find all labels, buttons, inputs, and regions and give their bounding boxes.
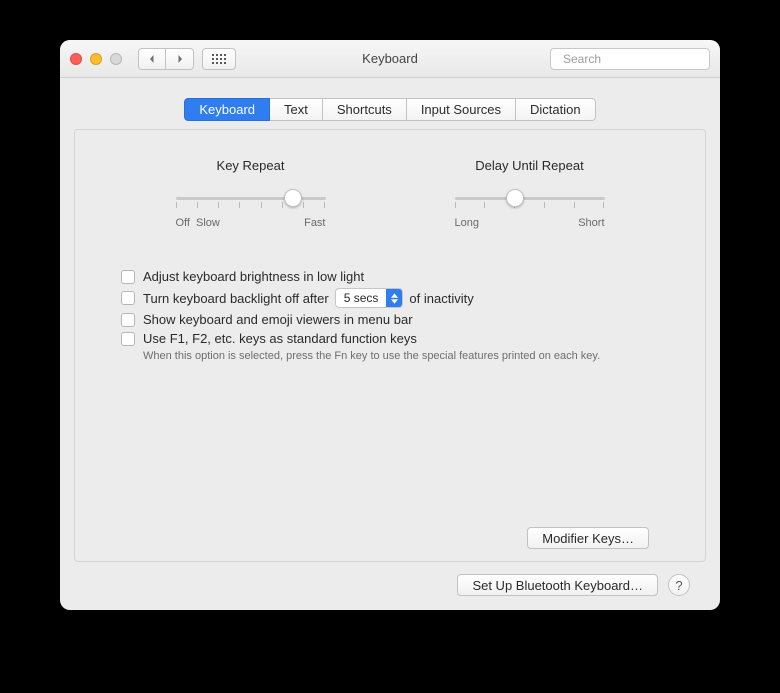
main-area: Keyboard Text Shortcuts Input Sources Di…	[60, 78, 720, 610]
delay-title: Delay Until Repeat	[475, 158, 583, 173]
tab-keyboard[interactable]: Keyboard	[184, 98, 270, 121]
tab-bar: Keyboard Text Shortcuts Input Sources Di…	[184, 98, 595, 121]
option-brightness: Adjust keyboard brightness in low light	[121, 269, 649, 284]
delay-short-label: Short	[578, 217, 604, 229]
key-repeat-fast-label: Fast	[304, 217, 325, 229]
delay-group: Delay Until Repeat Long Short	[410, 158, 649, 229]
backlight-timeout-value: 5 secs	[336, 291, 387, 305]
key-repeat-group: Key Repeat Off Slow Fast	[131, 158, 370, 229]
brightness-label: Adjust keyboard brightness in low light	[143, 269, 364, 284]
fnkeys-label: Use F1, F2, etc. keys as standard functi…	[143, 331, 417, 346]
key-repeat-slider[interactable]	[176, 187, 326, 215]
tab-shortcuts[interactable]: Shortcuts	[323, 98, 407, 121]
close-window-button[interactable]	[70, 53, 82, 65]
stepper-arrows-icon	[386, 289, 402, 307]
bluetooth-keyboard-button[interactable]: Set Up Bluetooth Keyboard…	[457, 574, 658, 596]
backlight-timeout-select[interactable]: 5 secs	[335, 288, 404, 308]
bottom-bar: Set Up Bluetooth Keyboard… ?	[74, 562, 706, 596]
fnkeys-help-text: When this option is selected, press the …	[143, 350, 649, 362]
panel-footer: Modifier Keys…	[131, 517, 649, 549]
backlight-label-pre: Turn keyboard backlight off after	[143, 291, 329, 306]
tab-input-sources[interactable]: Input Sources	[407, 98, 516, 121]
back-button[interactable]	[138, 48, 166, 70]
option-backlight: Turn keyboard backlight off after 5 secs…	[121, 288, 649, 308]
chevron-left-icon	[147, 54, 157, 64]
search-field[interactable]	[550, 48, 710, 70]
fnkeys-checkbox[interactable]	[121, 332, 135, 346]
viewers-label: Show keyboard and emoji viewers in menu …	[143, 312, 413, 327]
option-fnkeys: Use F1, F2, etc. keys as standard functi…	[121, 331, 649, 346]
key-repeat-title: Key Repeat	[217, 158, 285, 173]
key-repeat-off-label: Off	[176, 217, 190, 229]
titlebar: Keyboard	[60, 40, 720, 78]
grid-icon	[212, 54, 226, 64]
options-list: Adjust keyboard brightness in low light …	[121, 265, 649, 362]
help-button[interactable]: ?	[668, 574, 690, 596]
viewers-checkbox[interactable]	[121, 313, 135, 327]
tab-dictation[interactable]: Dictation	[516, 98, 596, 121]
delay-long-label: Long	[455, 217, 479, 229]
minimize-window-button[interactable]	[90, 53, 102, 65]
brightness-checkbox[interactable]	[121, 270, 135, 284]
zoom-window-button[interactable]	[110, 53, 122, 65]
traffic-lights	[70, 53, 122, 65]
delay-slider[interactable]	[455, 187, 605, 215]
nav-buttons	[138, 48, 194, 70]
forward-button[interactable]	[166, 48, 194, 70]
keyboard-panel: Key Repeat Off Slow Fast	[74, 129, 706, 562]
preferences-window: Keyboard Keyboard Text Shortcuts Input S…	[60, 40, 720, 610]
key-repeat-knob[interactable]	[284, 189, 302, 207]
search-input[interactable]	[561, 51, 720, 67]
modifier-keys-button[interactable]: Modifier Keys…	[527, 527, 649, 549]
show-all-button[interactable]	[202, 48, 236, 70]
delay-knob[interactable]	[506, 189, 524, 207]
option-viewers: Show keyboard and emoji viewers in menu …	[121, 312, 649, 327]
tab-text[interactable]: Text	[270, 98, 323, 121]
key-repeat-slow-label: Slow	[196, 217, 220, 229]
backlight-label-post: of inactivity	[409, 291, 473, 306]
backlight-checkbox[interactable]	[121, 291, 135, 305]
sliders-row: Key Repeat Off Slow Fast	[131, 158, 649, 229]
chevron-right-icon	[175, 54, 185, 64]
